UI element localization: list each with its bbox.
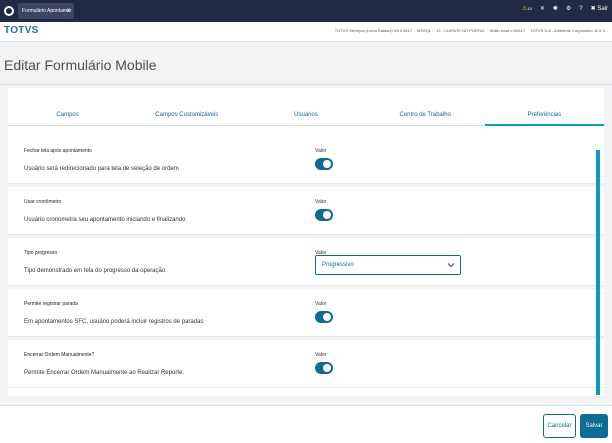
toggle-knob [323, 364, 331, 372]
shuffle-icon[interactable]: ✕ [540, 5, 545, 12]
header-bar: TOTVS TOTVS Serviços (Linha Datasul) V8.… [0, 22, 612, 42]
pref-item-registrar-parada: Permite registrar parada Em apontamentos… [8, 289, 604, 337]
toggle-knob [323, 313, 331, 321]
tab-usuarios[interactable]: Usuários [246, 104, 365, 125]
pref-value-label: Valor [315, 352, 327, 358]
tab-bar: Campos Campos Customizáveis Usuários Cen… [8, 104, 604, 126]
pref-value-label: Valor [315, 199, 327, 205]
pref-description: Usuário será redirecionado para tela de … [24, 166, 179, 172]
top-actions: ⚠10 ✕ ✺ ⚙ ? ✖ Sair [522, 5, 608, 13]
help-icon[interactable]: ? [579, 6, 582, 12]
notification-count: 10 [527, 6, 532, 11]
pref-name: Fechar tela após apontamento [24, 148, 92, 154]
env-product: TOTVS Serviços (Linha Datasul) V8.9.5617 [334, 28, 413, 33]
logout-label: Sair [597, 6, 608, 12]
select-value: Progressivo [322, 262, 354, 268]
environment-info: TOTVS Serviços (Linha Datasul) V8.9.5617… [335, 28, 608, 33]
pref-name: Encerrar Ordem Manualmente? [24, 352, 95, 358]
pref-name: Tipo progresso [24, 250, 58, 256]
brand-logo[interactable]: TOTVS [4, 25, 39, 36]
logout-button[interactable]: ✖ Sair [591, 5, 608, 12]
title-divider [0, 84, 612, 85]
env-company: 13 - CLIENTE NO PORTAL [436, 28, 485, 33]
browser-tab[interactable]: Formulário Apontamer x [18, 3, 74, 19]
tab-campos[interactable]: Campos [8, 104, 127, 125]
env-path: Abilio local c:\db117 [489, 28, 526, 33]
chevron-down-icon [447, 263, 455, 268]
env-database: MSSQL [417, 28, 432, 33]
pref-item-encerrar-ordem: Encerrar Ordem Manualmente? Permite Ence… [8, 340, 604, 388]
pref-toggle-usar-cronometro[interactable] [315, 209, 333, 221]
pref-name: Permite registrar parada [24, 301, 78, 307]
pref-toggle-fechar-tela[interactable] [315, 158, 333, 170]
pref-description: Permite Encerrar Ordem Manualmente ao Re… [24, 370, 185, 376]
pref-item-tipo-progresso: Tipo progresso Tipo demonstrado em tela … [8, 238, 604, 286]
top-bar: Formulário Apontamer x ⚠10 ✕ ✺ ⚙ ? ✖ Sai… [0, 0, 612, 22]
pref-value-label: Valor [315, 301, 327, 307]
pref-item-fechar-tela: Fechar tela após apontamento Usuário ser… [8, 136, 604, 184]
form-panel: Campos Campos Customizáveis Usuários Cen… [8, 88, 604, 396]
pref-description: Em apontamentos SFC, usuário poderá incl… [24, 319, 204, 325]
tab-centro-de-trabalho[interactable]: Centro de Trabalho [366, 104, 485, 125]
footer-bar: Cancelar Salvar [0, 405, 612, 443]
tab-preferencias[interactable]: Preferências [484, 104, 604, 126]
scrollbar[interactable] [596, 150, 600, 395]
cancel-button[interactable]: Cancelar [543, 414, 576, 438]
toggle-knob [323, 160, 331, 168]
pref-toggle-registrar-parada[interactable] [315, 311, 333, 323]
page-title: Editar Formulário Mobile [4, 57, 157, 73]
pref-item-usar-cronometro: Usar cronômetro Usuário cronometra seu a… [8, 187, 604, 235]
gear-icon[interactable]: ✺ [553, 5, 558, 12]
browser-tab-title: Formulário Apontamer [22, 8, 72, 14]
preferences-list: Fechar tela após apontamento Usuário ser… [8, 136, 604, 388]
pref-toggle-encerrar-ordem[interactable] [315, 362, 333, 374]
notification-icon[interactable]: ⚠10 [522, 5, 532, 12]
tab-campos-customizaveis[interactable]: Campos Customizáveis [127, 104, 246, 125]
save-button[interactable]: Salvar [580, 414, 608, 438]
app-logo-icon[interactable] [4, 6, 14, 16]
pref-name: Usar cronômetro [24, 199, 62, 205]
pref-value-label: Valor [315, 148, 327, 154]
pref-description: Tipo demonstrado em tela do progresso da… [24, 268, 166, 274]
env-environment: TOTVS S.A - Ambiente Corporativo 11.5.3.… [530, 28, 608, 33]
toggle-knob [323, 211, 331, 219]
tipo-progresso-select[interactable]: Progressivo [315, 255, 461, 275]
settings-icon[interactable]: ⚙ [566, 5, 571, 12]
tab-close-icon[interactable]: x [67, 3, 70, 19]
pref-description: Usuário cronometra seu apontamento inici… [24, 217, 186, 223]
